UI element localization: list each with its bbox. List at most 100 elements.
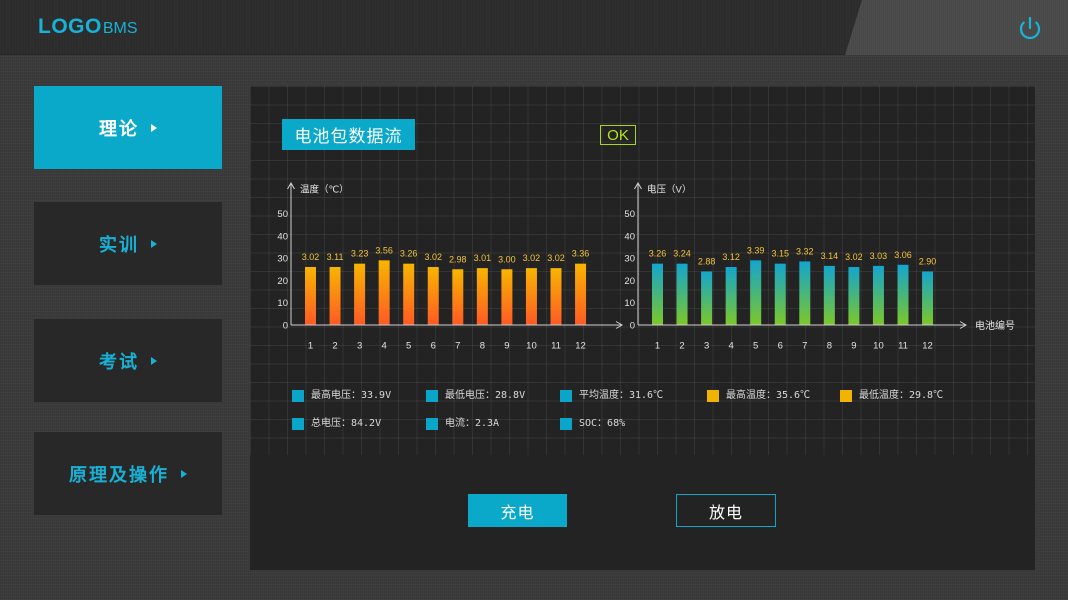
bar-value-label: 3.24 [673, 249, 691, 259]
bar [452, 269, 464, 325]
top-bar: LOGOBMS [0, 0, 1068, 55]
x-tick-label: 7 [802, 341, 807, 352]
bar-value-label: 3.02 [523, 253, 541, 263]
legend-item-current: 电流：2.3A [426, 418, 499, 430]
legend-swatch [560, 418, 572, 430]
bar [676, 263, 688, 325]
bar [750, 260, 762, 325]
bar-value-label: 3.32 [796, 246, 814, 256]
x-tick-label: 3 [357, 341, 362, 352]
bar-value-label: 3.12 [722, 252, 740, 262]
x-tick-label: 11 [551, 341, 561, 352]
bar-value-label: 3.11 [327, 252, 344, 262]
bar-value-label: 3.36 [572, 249, 590, 259]
discharge-button[interactable]: 放电 [676, 494, 776, 527]
bar-value-label: 3.02 [302, 252, 320, 262]
sidebar-item-training[interactable]: 实训 [34, 202, 222, 285]
sidebar-item-exam[interactable]: 考试 [34, 319, 222, 402]
legend-swatch [560, 390, 572, 402]
x-tick-label: 9 [504, 341, 509, 352]
bar-value-label: 3.39 [747, 245, 765, 255]
bar-value-label: 3.02 [845, 252, 863, 262]
legend-item-min-voltage: 最低电压：28.8V [426, 390, 525, 402]
y-tick-label: 20 [277, 276, 288, 287]
legend-item-total-voltage: 总电压：84.2V [292, 418, 381, 430]
legend-text: 平均温度：31.6℃ [579, 390, 664, 401]
x-tick-label: 1 [308, 341, 313, 352]
x-tick-label: 11 [898, 341, 908, 352]
y-tick-label: 10 [624, 298, 635, 309]
legend-swatch [426, 418, 438, 430]
bar-value-label: 3.26 [649, 249, 667, 259]
x-tick-label: 10 [526, 341, 537, 352]
triangle-right-icon [151, 123, 157, 132]
power-button[interactable] [1017, 15, 1043, 41]
x-tick-label: 8 [827, 341, 832, 352]
bar-value-label: 3.02 [424, 252, 442, 262]
legend-item-max-temperature: 最高温度：35.6℃ [707, 390, 810, 402]
x-tick-label: 6 [778, 341, 783, 352]
page-title: 电池包数据流 [282, 119, 415, 150]
bar [305, 267, 316, 325]
bar [525, 268, 537, 325]
x-axis-label: 电池编号 [975, 319, 1015, 332]
y-tick-label: 50 [624, 209, 635, 220]
charge-button[interactable]: 充电 [468, 494, 567, 527]
legend-item-avg-temperature: 平均温度：31.6℃ [560, 390, 663, 402]
sidebar-item-theory[interactable]: 理论 [34, 86, 222, 169]
legend-text: 最高温度：35.6℃ [726, 390, 811, 401]
logo-product-name: BMS [102, 20, 138, 37]
y-tick-label: 10 [277, 298, 288, 309]
y-axis-label: 电压（V） [647, 184, 691, 196]
legend-swatch [292, 418, 304, 430]
legend-text: 总电压：84.2V [311, 418, 382, 429]
x-tick-label: 4 [729, 341, 734, 352]
x-tick-label: 9 [851, 341, 856, 352]
main-panel: 电池包数据流 OK 温度（℃） 0 10 20 30 40 50 3.02 1 3.11 2 3.23… [250, 86, 1035, 570]
bar-value-label: 2.90 [919, 256, 937, 266]
x-tick-label: 5 [753, 341, 758, 352]
bar-value-label: 3.02 [547, 253, 565, 263]
y-tick-label: 0 [630, 321, 635, 332]
y-tick-label: 30 [624, 254, 635, 265]
bar [501, 269, 513, 325]
bar-value-label: 3.01 [474, 253, 492, 263]
x-tick-label: 12 [922, 341, 933, 352]
bar [897, 264, 909, 325]
app-window: LOGOBMS 理论 实训 考试 原理及操作 电池包数据流 OK 温度（℃） 0… [0, 0, 1068, 600]
y-tick-label: 20 [624, 276, 635, 287]
x-tick-label: 7 [455, 341, 460, 352]
bar [799, 261, 811, 325]
bar [872, 265, 884, 325]
legend-swatch [426, 390, 438, 402]
voltage-bar-chart: 电压（V） 电池编号 0 10 20 30 40 50 3.26 1 3.24 2 2.88 3 3.12 4… [624, 182, 1015, 352]
bar [848, 267, 860, 325]
bar [550, 268, 562, 325]
x-tick-label: 10 [873, 341, 884, 352]
bar [774, 263, 786, 325]
y-axis-label: 温度（℃） [300, 184, 349, 196]
legend-text: 最低电压：28.8V [445, 390, 526, 401]
bar [823, 265, 835, 325]
bar [329, 267, 341, 325]
bar-value-label: 3.23 [351, 249, 369, 259]
sidebar-item-principle-operation[interactable]: 原理及操作 [34, 432, 222, 515]
bar-value-label: 3.56 [375, 245, 393, 255]
bar-value-label: 3.06 [894, 250, 912, 260]
bar-value-label: 3.00 [498, 254, 516, 264]
legend-text: 电流：2.3A [445, 418, 500, 429]
legend-item-soc: SOC：68% [560, 418, 625, 430]
y-tick-label: 40 [277, 231, 288, 242]
legend-swatch [707, 390, 719, 402]
bar-value-label: 2.88 [698, 256, 716, 266]
bar-value-label: 3.03 [870, 251, 888, 261]
bar-value-label: 3.26 [400, 249, 418, 259]
x-tick-label: 2 [679, 341, 684, 352]
temperature-bar-chart: 温度（℃） 0 10 20 30 40 50 3.02 1 3.11 2 3.23 3 3.56 4 3.26… [277, 182, 623, 352]
x-tick-label: 6 [431, 341, 436, 352]
bar [575, 263, 587, 325]
logo: LOGOBMS [38, 15, 138, 41]
bar [922, 271, 934, 325]
y-tick-label: 30 [277, 254, 288, 265]
bar [354, 263, 366, 325]
